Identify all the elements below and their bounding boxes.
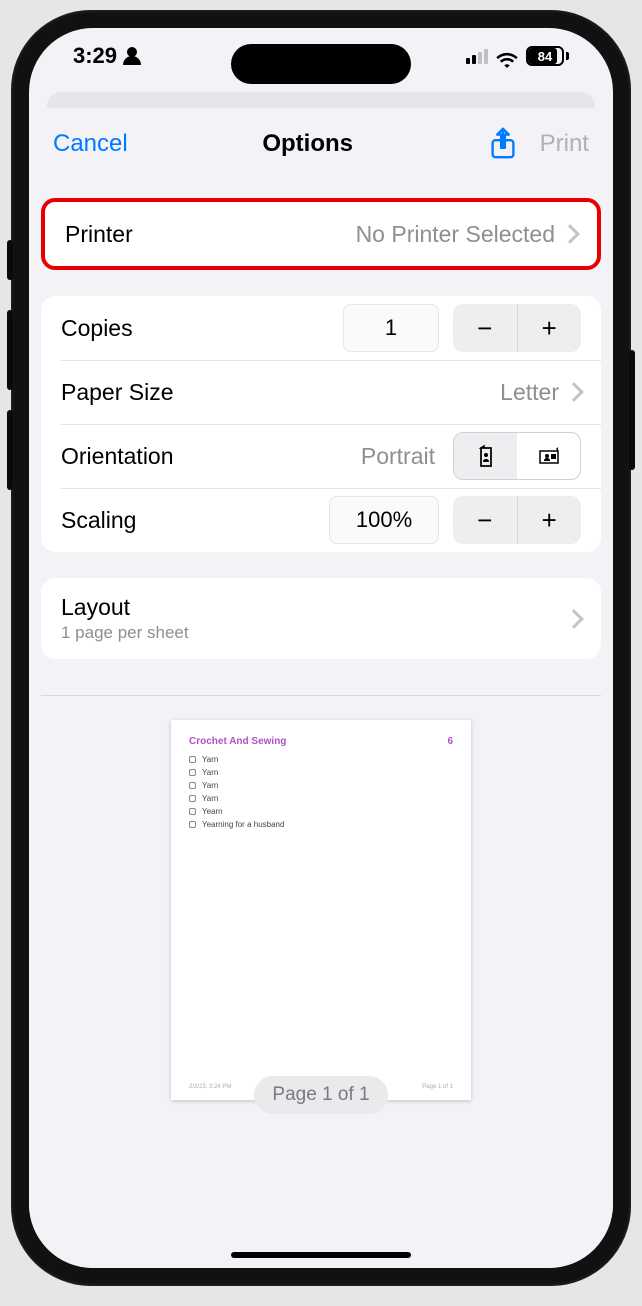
page-indicator: Page 1 of 1 <box>254 1076 387 1114</box>
home-indicator[interactable] <box>231 1252 411 1258</box>
cancel-button[interactable]: Cancel <box>53 130 128 158</box>
printer-label: Printer <box>65 221 133 248</box>
list-item: Yarn <box>189 781 453 790</box>
sheet-header: Cancel Options Print <box>29 108 613 180</box>
paper-size-label: Paper Size <box>61 379 174 406</box>
status-time: 3:29 <box>73 43 117 69</box>
doc-count: 6 <box>447 736 453 747</box>
profile-icon <box>123 47 141 65</box>
scaling-plus-button[interactable]: + <box>518 496 582 544</box>
copies-input[interactable] <box>343 304 439 352</box>
copies-label: Copies <box>61 315 133 342</box>
settings-group: Copies − + Paper Size Letter <box>41 296 601 552</box>
printer-group: Printer No Printer Selected <box>41 198 601 270</box>
print-button[interactable]: Print <box>540 130 589 158</box>
portrait-button[interactable] <box>454 433 517 479</box>
landscape-button[interactable] <box>517 433 580 479</box>
layout-row[interactable]: Layout 1 page per sheet <box>41 578 601 659</box>
sheet-title: Options <box>262 130 353 158</box>
doc-footer-right: Page 1 of 1 <box>422 1084 453 1090</box>
list-item: Yarn <box>189 768 453 777</box>
scaling-label: Scaling <box>61 507 136 534</box>
list-item: Yarn <box>189 755 453 764</box>
layout-label: Layout <box>61 594 130 621</box>
preview-area: Crochet And Sewing 6 Yarn Yarn Yarn Yarn… <box>41 695 601 1134</box>
orientation-label: Orientation <box>61 443 174 470</box>
copies-stepper: − + <box>453 304 581 352</box>
options-sheet: Cancel Options Print Printer No Printer … <box>29 108 613 1268</box>
layout-subtitle: 1 page per sheet <box>61 623 189 643</box>
dynamic-island <box>231 44 411 84</box>
copies-minus-button[interactable]: − <box>453 304 517 352</box>
scaling-stepper: − + <box>453 496 581 544</box>
copies-plus-button[interactable]: + <box>518 304 582 352</box>
scaling-input[interactable] <box>329 496 439 544</box>
scaling-minus-button[interactable]: − <box>453 496 517 544</box>
printer-row[interactable]: Printer No Printer Selected <box>45 202 597 266</box>
cellular-icon <box>466 48 488 64</box>
scaling-row: Scaling − + <box>41 488 601 552</box>
doc-title: Crochet And Sewing <box>189 736 286 747</box>
chevron-right-icon <box>564 609 584 629</box>
list-item: Yearning for a husband <box>189 820 453 829</box>
paper-size-value: Letter <box>500 379 559 406</box>
orientation-value: Portrait <box>361 443 435 470</box>
wifi-icon <box>496 48 518 64</box>
orientation-toggle <box>453 432 581 480</box>
list-item: Yarn <box>189 794 453 803</box>
printer-value: No Printer Selected <box>356 221 555 248</box>
orientation-row: Orientation Portrait <box>41 424 601 488</box>
page-thumbnail[interactable]: Crochet And Sewing 6 Yarn Yarn Yarn Yarn… <box>171 720 471 1100</box>
doc-footer-left: 2/2/23, 3:24 PM <box>189 1084 231 1090</box>
copies-row: Copies − + <box>41 296 601 360</box>
chevron-right-icon <box>560 224 580 244</box>
battery-icon: 84 <box>526 46 569 66</box>
list-item: Yearn <box>189 807 453 816</box>
chevron-right-icon <box>564 382 584 402</box>
layout-group: Layout 1 page per sheet <box>41 578 601 659</box>
share-icon[interactable] <box>488 127 518 161</box>
paper-size-row[interactable]: Paper Size Letter <box>41 360 601 424</box>
